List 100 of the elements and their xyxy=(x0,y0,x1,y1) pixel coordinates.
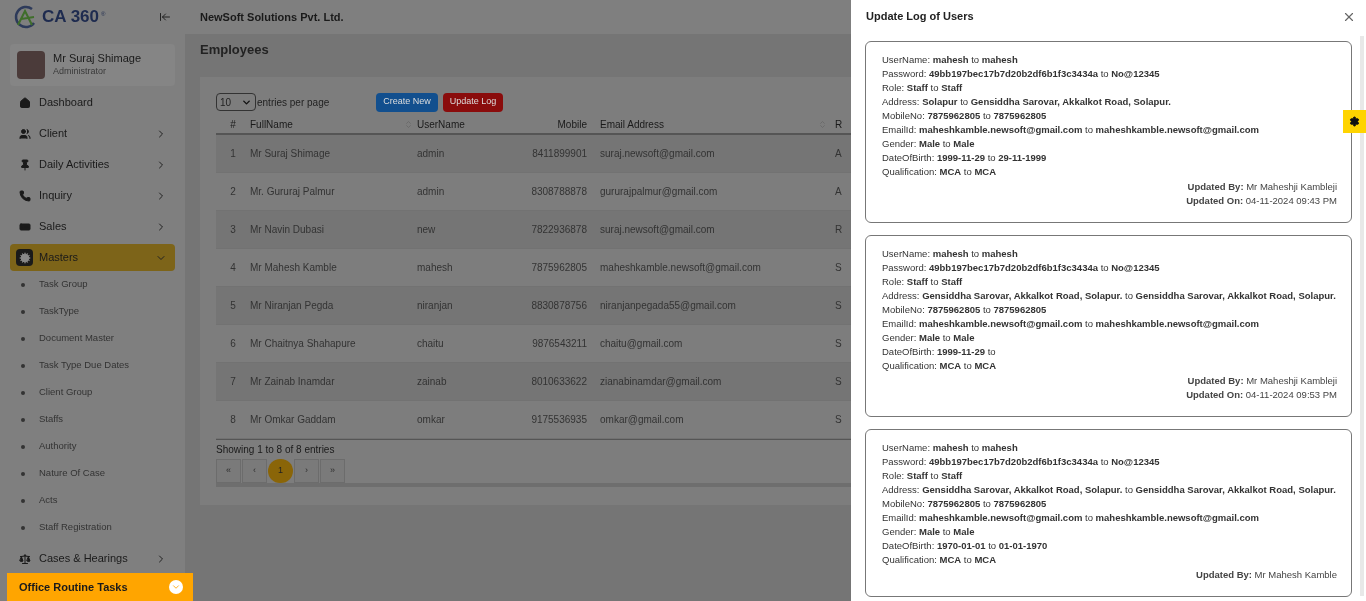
collapse-sidebar-icon[interactable] xyxy=(159,11,171,23)
table-cell-text: 1 xyxy=(230,147,236,161)
submenu-item[interactable]: Task Group xyxy=(39,277,88,292)
update-meta: Updated By: Mr Mahesh Kamble xyxy=(1196,568,1337,582)
table-cell-text: 8308788878 xyxy=(531,185,587,199)
submenu-item[interactable]: TaskType xyxy=(39,304,80,319)
submenu-item[interactable]: Staffs xyxy=(39,412,64,427)
table-cell-text: Mr Omkar Gaddam xyxy=(250,413,336,427)
column-header[interactable]: Email Address xyxy=(587,116,831,132)
table-cell-text: S xyxy=(835,337,842,351)
table-cell-text: maheshkamble.newsoft@gmail.com xyxy=(600,261,761,275)
update-meta: Updated On: 04-11-2024 09:53 PM xyxy=(1186,388,1337,402)
table-cell-text: R xyxy=(835,223,843,237)
table-cell-text: S xyxy=(835,299,842,313)
tree-bullet-icon xyxy=(21,363,25,368)
table-cell-text: admin xyxy=(417,185,445,199)
sidebar-item[interactable]: Client xyxy=(10,120,175,147)
change-line: Password: 49bb197bec17b7d20b2df6b1f3c3434a to No@12345 xyxy=(882,261,1161,275)
pagination-button[interactable]: › xyxy=(294,459,319,483)
change-line: Gender: Male to Male xyxy=(882,137,976,151)
change-line: Address: Gensiddha Sarovar, Akkalkot Road, Solapur. to Gensiddha Sarovar, Akkalkot Road, Solapur. xyxy=(882,289,1337,303)
change-line: Address: Gensiddha Sarovar, Akkalkot Road, Solapur. to Gensiddha Sarovar, Akkalkot Road, Solapur. xyxy=(882,483,1337,497)
pagination-button[interactable]: ‹ xyxy=(242,459,267,483)
change-line: Qualification: MCA to MCA xyxy=(882,553,998,567)
tree-bullet-icon xyxy=(21,336,25,341)
tree-bullet-icon xyxy=(21,525,25,530)
table-cell-text: zianabinamdar@gmail.com xyxy=(600,375,722,389)
sidebar-item[interactable]: Inquiry xyxy=(10,182,175,209)
column-header: R xyxy=(834,117,844,132)
home-icon xyxy=(18,96,31,109)
table-cell-text: 8010633622 xyxy=(531,375,587,389)
office-routine-tasks-bar[interactable]: Office Routine Tasks xyxy=(7,573,193,601)
submenu-item[interactable]: Document Master xyxy=(39,331,114,346)
table-cell-text: chaitu xyxy=(417,337,444,351)
column-header: # xyxy=(229,117,237,132)
table-cell-text: chaitu@gmail.com xyxy=(600,337,683,351)
scale-icon xyxy=(18,552,31,565)
sidebar-item[interactable]: Sales xyxy=(10,213,175,240)
page-title: Employees xyxy=(200,41,269,59)
tree-bullet-icon xyxy=(21,309,25,314)
tree-bullet-icon xyxy=(21,498,25,503)
page-size-select[interactable]: 10 xyxy=(216,93,256,111)
create-new-button[interactable]: Create New xyxy=(376,92,438,112)
change-line: EmailId: maheshkamble.newsoft@gmail.com to maheshkamble.newsoft@gmail.com xyxy=(882,511,1260,525)
change-line: UserName: mahesh to mahesh xyxy=(882,247,1019,261)
sidebar-item[interactable]: Dashboard xyxy=(10,89,175,116)
table-cell-text: 7822936878 xyxy=(531,223,587,237)
pin-icon xyxy=(18,158,31,171)
table-cell-text: suraj.newsoft@gmail.com xyxy=(600,147,715,161)
settings-button[interactable] xyxy=(1343,110,1366,133)
column-header: Mobile xyxy=(556,117,587,132)
update-meta: Updated On: 04-11-2024 09:43 PM xyxy=(1186,194,1337,208)
submenu-item[interactable]: Nature Of Case xyxy=(39,466,105,481)
submenu-item[interactable]: Client Group xyxy=(39,385,93,400)
table-cell-text: 9175536935 xyxy=(531,413,587,427)
submenu-item[interactable]: Authority xyxy=(39,439,77,454)
table-cell-text: 8830878756 xyxy=(531,299,587,313)
change-line: DateOfBirth: 1999-11-29 to 29-11-1999 xyxy=(882,151,1048,165)
sidebar-item[interactable]: Daily Activities xyxy=(10,151,175,178)
settings-icon xyxy=(1349,116,1360,127)
users-icon xyxy=(18,127,31,140)
table-cell-text: suraj.newsoft@gmail.com xyxy=(600,223,715,237)
table-cell-text: 2 xyxy=(230,185,236,199)
change-line: UserName: mahesh to mahesh xyxy=(882,53,1019,67)
table-cell-text: 8 xyxy=(230,413,236,427)
table-cell-text: 8411899901 xyxy=(532,147,587,161)
table-cell-text: zainab xyxy=(417,375,447,389)
submenu-item[interactable]: Task Type Due Dates xyxy=(39,358,130,373)
sidebar-item[interactable]: Cases & Hearings xyxy=(10,545,175,572)
pagination-button[interactable]: 1 xyxy=(268,459,293,483)
submenu-item[interactable]: Acts xyxy=(39,493,58,508)
sidebar-item[interactable]: Masters xyxy=(10,244,175,271)
table-cell-text: new xyxy=(417,223,436,237)
submenu-item[interactable]: Staff Registration xyxy=(39,520,112,535)
table-cell-text: 4 xyxy=(230,261,236,275)
change-line: Qualification: MCA to MCA xyxy=(882,165,998,179)
change-line: Role: Staff to Staff xyxy=(882,275,964,289)
update-meta: Updated By: Mr Maheshji Kambleji xyxy=(1187,180,1337,194)
column-header: UserName xyxy=(417,117,466,132)
pagination-button[interactable]: » xyxy=(320,459,345,483)
change-line: Role: Staff to Staff xyxy=(882,81,964,95)
change-line: MobileNo: 7875962805 to 7875962805 xyxy=(882,303,1048,317)
table-cell-text: 7875962805 xyxy=(531,261,587,275)
table-cell-text: A xyxy=(835,147,842,161)
pagination-button[interactable]: « xyxy=(216,459,241,483)
tree-bullet-icon xyxy=(21,471,25,476)
change-line: MobileNo: 7875962805 to 7875962805 xyxy=(882,109,1048,123)
column-header[interactable]: FullName xyxy=(250,116,417,132)
table-cell-text: Mr Niranjan Pegda xyxy=(250,299,334,313)
table-cell-text: 5 xyxy=(230,299,236,313)
change-line: EmailId: maheshkamble.newsoft@gmail.com to maheshkamble.newsoft@gmail.com xyxy=(882,123,1260,137)
table-cell-text: Mr Zainab Inamdar xyxy=(250,375,335,389)
change-line: Gender: Male to Male xyxy=(882,525,976,539)
page-size-label: entries per page xyxy=(257,95,330,110)
table-cell-text: admin xyxy=(417,147,445,161)
table-cell-text: niranjan xyxy=(417,299,453,313)
table-cell-text: S xyxy=(835,261,842,275)
update-log-button[interactable]: Update Log xyxy=(442,92,504,112)
change-line: Qualification: MCA to MCA xyxy=(882,359,998,373)
change-line: Address: Solapur to Gensiddha Sarovar, Akkalkot Road, Solapur. xyxy=(882,95,1172,109)
